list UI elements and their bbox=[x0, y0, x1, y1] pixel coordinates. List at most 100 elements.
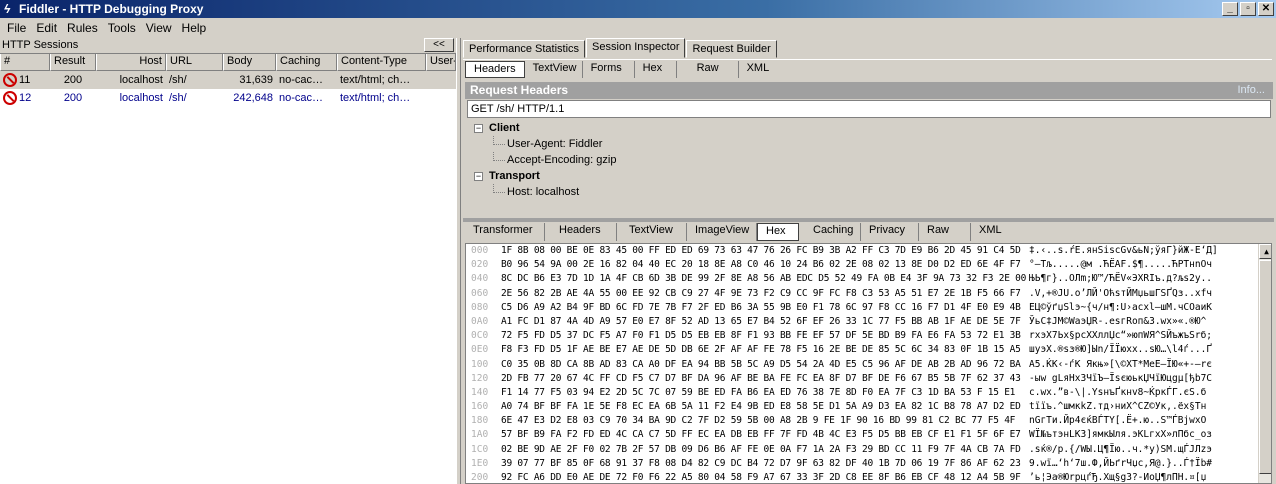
hex-ascii: с.wх.”в-\|.YѕнъҐкнv8~ЌркЃГ.єS.б bbox=[1029, 386, 1207, 398]
session-num: 11 bbox=[19, 73, 31, 86]
col-result[interactable]: Result bbox=[50, 54, 96, 71]
hex-ascii: ‡.‹..s.ŕE.янSiscGv&ьN;ўяГ}йЖ-E‘Д] bbox=[1029, 245, 1218, 256]
session-result: 200 bbox=[63, 92, 83, 104]
tab-performance-statistics[interactable]: Performance Statistics bbox=[463, 40, 586, 58]
hex-row: 200 92 FC A6 DD E0 AE DE 72 F0 F6 22 A5 8… bbox=[466, 471, 1271, 483]
hex-offset: 180 bbox=[471, 415, 489, 427]
menu-view[interactable]: View bbox=[141, 21, 177, 35]
session-content-type: text/html; ch… bbox=[340, 92, 411, 104]
minimize-button[interactable]: _ bbox=[1222, 2, 1238, 16]
tree-item[interactable]: Accept-Encoding: gzip bbox=[471, 152, 1271, 168]
col-caching[interactable]: Caching bbox=[276, 54, 337, 71]
resp-tab-headers[interactable]: Headers bbox=[545, 223, 617, 241]
resp-tab-caching[interactable]: Caching bbox=[799, 223, 861, 241]
info-link[interactable]: Info... bbox=[1237, 84, 1265, 96]
session-host: localhost bbox=[119, 92, 163, 104]
sessions-header: # Result Host URL Body Caching Content-T… bbox=[0, 54, 456, 71]
req-tab-headers[interactable]: Headers bbox=[465, 61, 525, 78]
hex-bytes: B0 96 54 9A 00 2E 16 82 04 40 EC 20 18 8… bbox=[501, 259, 1021, 271]
hex-ascii: rхэХ7Ьх§рсХХллЏс“»юпWЯ^ЅЙъжъSrб; bbox=[1029, 330, 1213, 342]
hex-row: 020 B0 96 54 9A 00 2E 16 82 04 40 EC 20 1… bbox=[466, 258, 1271, 272]
hex-ascii: ЕЦ©ўґџЅlэ~{ч/н¶:U›асxl—шМ.чСOаиK bbox=[1029, 301, 1213, 313]
tab-request-builder[interactable]: Request Builder bbox=[686, 40, 777, 58]
menu-tools[interactable]: Tools bbox=[103, 21, 141, 35]
session-row[interactable]: 11 200 localhost /sh/ 31,639 no-cac… tex… bbox=[0, 71, 456, 89]
req-tab-raw[interactable]: Raw bbox=[677, 61, 739, 78]
session-row[interactable]: 12 200 localhost /sh/ 242,648 no-cac… te… bbox=[0, 89, 456, 107]
menu-help[interactable]: Help bbox=[177, 21, 212, 35]
req-tab-forms[interactable]: Forms bbox=[583, 61, 635, 78]
scroll-up-icon[interactable]: ▲ bbox=[1259, 244, 1271, 259]
hex-bytes: 1F 8B 08 00 BE 0E 83 45 00 FF ED ED 69 7… bbox=[501, 245, 1021, 256]
hex-offset: 160 bbox=[471, 401, 489, 413]
hex-row: 160 A0 74 BF BF FA 1E 5E F8 EC EA 6B 5A 1… bbox=[466, 400, 1271, 414]
menu-edit[interactable]: Edit bbox=[31, 21, 62, 35]
hex-offset: 140 bbox=[471, 386, 489, 398]
hex-row: 120 2D FB 77 20 67 4C FF CD F5 C7 D7 BF D… bbox=[466, 372, 1271, 386]
hex-row: 1C0 02 BE 9D AE 2F F0 02 7B 2F 57 DB 09 D… bbox=[466, 443, 1271, 457]
hex-row: 0C0 72 F5 FD D5 37 DC F5 A7 F0 F1 D5 D5 E… bbox=[466, 329, 1271, 343]
vertical-scrollbar[interactable]: ▲ bbox=[1258, 244, 1271, 483]
resp-tab-raw[interactable]: Raw bbox=[919, 223, 971, 241]
lightning-icon: ϟ bbox=[4, 2, 11, 16]
col-body[interactable]: Body bbox=[223, 54, 276, 71]
blocked-icon bbox=[3, 73, 17, 87]
hex-offset: 040 bbox=[471, 273, 489, 285]
hex-ascii: °–Tљ.....@м .ЋЁАF.$¶.....ЋРТнnOч bbox=[1029, 259, 1213, 271]
hex-bytes: 92 FC A6 DD E0 AE DE 72 F0 F6 22 A5 80 0… bbox=[501, 472, 1021, 483]
tree-item[interactable]: Host: localhost bbox=[471, 184, 1271, 200]
tree-group-client[interactable]: − Client bbox=[471, 120, 1271, 136]
resp-tab-imageview[interactable]: ImageView bbox=[687, 223, 757, 241]
hex-ascii: -ыw gLяНхЗЧїЪ–ЇѕєюькЏЧїЮцgµ[ђb7C bbox=[1029, 372, 1213, 384]
hex-row: 040 8C DC B6 E3 7D 1D 1A 4F CB 6D 3B DE 9… bbox=[466, 272, 1271, 286]
collapse-icon[interactable]: − bbox=[474, 124, 483, 133]
collapse-button[interactable]: << bbox=[424, 38, 454, 52]
title-bar: ϟ Fiddler - HTTP Debugging Proxy _ ▫ ✕ bbox=[0, 0, 1276, 18]
req-tab-xml[interactable]: XML bbox=[739, 61, 778, 78]
tab-session-inspector[interactable]: Session Inspector bbox=[586, 38, 686, 58]
menu-rules[interactable]: Rules bbox=[62, 21, 103, 35]
col-host[interactable]: Host bbox=[96, 54, 166, 71]
resp-tab-textview[interactable]: TextView bbox=[617, 223, 687, 241]
hex-offset: 000 bbox=[471, 245, 489, 256]
req-tab-hex[interactable]: Hex bbox=[635, 61, 677, 78]
req-tab-textview[interactable]: TextView bbox=[525, 61, 583, 78]
hex-bytes: 8C DC B6 E3 7D 1D 1A 4F CB 6D 3B DE 99 2… bbox=[501, 273, 1027, 285]
resp-tab-hex[interactable]: Hex bbox=[757, 223, 799, 241]
hex-offset: 020 bbox=[471, 259, 489, 271]
menu-file[interactable]: File bbox=[2, 21, 31, 35]
tree-group-transport[interactable]: − Transport bbox=[471, 168, 1271, 184]
session-content-type: text/html; ch… bbox=[340, 74, 411, 86]
hex-ascii: ЎьС‡JM©WаэЏR-.esгRoп&3.wх»«.®Ю^ bbox=[1029, 315, 1207, 327]
hex-bytes: 2D FB 77 20 67 4C FF CD F5 C7 D7 BF DA 9… bbox=[501, 372, 1021, 384]
hex-offset: 1C0 bbox=[471, 443, 489, 455]
hex-view[interactable]: 000 1F 8B 08 00 BE 0E 83 45 00 FF ED ED 6… bbox=[465, 243, 1272, 484]
col-url[interactable]: URL bbox=[166, 54, 223, 71]
session-host: localhost bbox=[119, 74, 163, 86]
hex-bytes: C0 35 0B 8D CA 8B AD 83 CA A0 DF EA 94 B… bbox=[501, 358, 1021, 370]
collapse-icon[interactable]: − bbox=[474, 172, 483, 181]
close-button[interactable]: ✕ bbox=[1258, 2, 1274, 16]
hex-bytes: 72 F5 FD D5 37 DC F5 A7 F0 F1 D5 D5 EB E… bbox=[501, 330, 1021, 342]
restore-button[interactable]: ▫ bbox=[1240, 2, 1256, 16]
hex-ascii: tїїъ.^шмкkZ.тд›ниX^СZ©Ук‚.ёx§Тн bbox=[1029, 401, 1207, 413]
response-tabs: Transformer Headers TextView ImageView H… bbox=[463, 222, 1274, 242]
col-content-type[interactable]: Content-Type bbox=[337, 54, 426, 71]
sessions-grid: # Result Host URL Body Caching Content-T… bbox=[0, 53, 456, 484]
col-num[interactable]: # bbox=[0, 54, 50, 71]
hex-row: 000 1F 8B 08 00 BE 0E 83 45 00 FF ED ED 6… bbox=[466, 244, 1271, 258]
col-user[interactable]: User- bbox=[426, 54, 456, 71]
hex-offset: 200 bbox=[471, 472, 489, 483]
menu-bar: File Edit Rules Tools View Help bbox=[0, 18, 1276, 38]
hex-row: 180 6E 47 E3 D2 E8 03 C9 70 34 BA 9D C2 7… bbox=[466, 414, 1271, 428]
headers-tree: − Client User-Agent: Fiddler Accept-Enco… bbox=[471, 120, 1271, 200]
hex-offset: 1E0 bbox=[471, 457, 489, 469]
hex-offset: 0C0 bbox=[471, 330, 489, 342]
scroll-thumb[interactable] bbox=[1259, 260, 1271, 474]
resp-tab-transformer[interactable]: Transformer bbox=[465, 223, 545, 241]
resp-tab-xml[interactable]: XML bbox=[971, 223, 1010, 241]
tree-item[interactable]: User-Agent: Fiddler bbox=[471, 136, 1271, 152]
hex-ascii: WЇ№ътэнLКЗ]ямкЫля.эKLгхХ»лПбс_oз bbox=[1029, 429, 1213, 441]
hex-ascii: шуэХ.®ѕз®Ю]Ыn/ЇЇюxх..ѕЮ…\l4ѓ...Ґ bbox=[1029, 344, 1213, 356]
resp-tab-privacy[interactable]: Privacy bbox=[861, 223, 919, 241]
